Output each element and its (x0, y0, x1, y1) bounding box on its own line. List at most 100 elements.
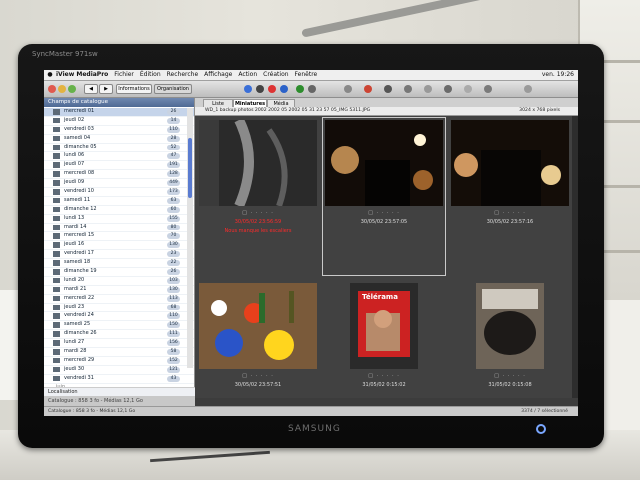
date-label: dimanche 05 (64, 143, 97, 150)
close-window-icon[interactable] (48, 85, 56, 93)
menubar-clock[interactable]: ven. 19:26 (542, 70, 574, 80)
rating-dots[interactable]: □ · · · · · (197, 373, 319, 379)
info-icon[interactable] (244, 85, 252, 93)
trash-icon[interactable] (484, 85, 492, 93)
date-row[interactable]: lundi 13 155 (44, 215, 194, 224)
location-section[interactable]: Localisation (44, 387, 198, 396)
menu-creation[interactable]: Création (263, 70, 288, 80)
date-row[interactable]: jeudi 30 121 (44, 366, 194, 375)
photo-thumbnail[interactable] (476, 283, 544, 373)
date-row[interactable]: mardi 14 80 (44, 224, 194, 233)
catalogue-fields-header[interactable]: Champs de catalogue (44, 98, 194, 107)
menu-edition[interactable]: Édition (140, 70, 161, 80)
date-row[interactable]: mercredi 29 152 (44, 357, 194, 366)
rating-dots[interactable]: □ · · · · · (323, 373, 445, 379)
tab-miniatures[interactable]: Miniatures (233, 99, 267, 107)
size-slider-icon[interactable] (524, 85, 532, 93)
date-row[interactable]: mercredi 01 26 (44, 108, 194, 117)
thumbnail-cell[interactable]: □ · · · · · 30/05/02 23:56:59 Nous manque … (197, 117, 319, 275)
date-row[interactable]: vendredi 03 110 (44, 126, 194, 135)
record-icon[interactable] (268, 85, 276, 93)
date-row[interactable]: mardi 28 58 (44, 348, 194, 357)
folder-thumb-icon (53, 349, 60, 355)
rating-dots[interactable]: □ · · · · · (323, 210, 445, 216)
thumbnail-cell[interactable]: □ · · · · · 31/05/02 0:15:08 (449, 281, 571, 416)
date-row[interactable]: vendredi 17 23 (44, 250, 194, 260)
edit-icon[interactable] (256, 85, 264, 93)
thumbnail-cell[interactable]: □ · · · · · 31/05/02 0:15:02 Télérama (323, 281, 445, 416)
menu-affichage[interactable]: Affichage (204, 70, 232, 80)
date-label: dimanche 12 (64, 205, 97, 212)
viewer-scrollbar[interactable] (572, 116, 578, 398)
photo-thumbnail[interactable] (325, 120, 443, 210)
date-label: jeudi 07 (64, 161, 85, 168)
photo-thumbnail[interactable] (199, 117, 317, 210)
folder-thumb-icon (53, 286, 60, 293)
tab-media[interactable]: Média (267, 99, 295, 107)
date-row[interactable]: lundi 20 103 (44, 277, 194, 286)
date-row[interactable]: lundi 06 47 (44, 152, 194, 162)
tab-organisation[interactable]: Organisation (154, 84, 192, 94)
date-row[interactable]: jeudi 02 14 (44, 117, 194, 126)
search-icon[interactable] (384, 85, 392, 93)
menu-action[interactable]: Action (238, 70, 257, 80)
photo-thumbnail[interactable] (199, 283, 317, 373)
date-row[interactable]: dimanche 12 60 (44, 206, 194, 215)
date-row[interactable]: samedi 11 63 (44, 197, 194, 206)
thumbnail-cell[interactable]: □ · · · · · 30/05/02 23:57:51 (197, 281, 319, 416)
back-button[interactable]: ◀ (84, 84, 98, 94)
play-icon[interactable] (296, 85, 304, 93)
menu-fichier[interactable]: Fichier (114, 70, 134, 80)
tab-informations[interactable]: Informations (116, 84, 152, 94)
date-row[interactable]: vendredi 24 110 (44, 312, 194, 322)
date-row[interactable]: dimanche 19 26 (44, 268, 194, 277)
menu-fenetre[interactable]: Fenêtre (295, 70, 318, 80)
date-row[interactable]: vendredi 31 43 (44, 375, 194, 384)
date-row[interactable]: jeudi 23 68 (44, 304, 194, 313)
status-left: Catalogue : 858 3 fo - Médias 12,1 Go (48, 409, 136, 414)
photo-thumbnail[interactable] (451, 120, 569, 210)
tab-liste[interactable]: Liste (203, 99, 233, 107)
date-row[interactable]: dimanche 26 111 (44, 330, 194, 340)
email-icon[interactable] (280, 85, 288, 93)
date-row[interactable]: mercredi 15 70 (44, 232, 194, 242)
date-row[interactable]: jeudi 07 191 (44, 161, 194, 171)
viewer-panel: Liste Miniatures Média WD_1 backup photo… (195, 98, 578, 406)
rating-dots[interactable]: □ · · · · · (197, 210, 319, 216)
share-icon[interactable] (444, 85, 452, 93)
date-row[interactable]: dimanche 05 52 (44, 144, 194, 153)
date-row[interactable]: jeudi 09 449 (44, 179, 194, 189)
app-menu[interactable]: iView MediaPro (56, 70, 108, 80)
menu-recherche[interactable]: Recherche (167, 70, 199, 80)
date-label: dimanche 26 (64, 330, 97, 337)
thumbnail-cell[interactable]: □ · · · · · 30/05/02 23:57:16 (449, 118, 571, 275)
label-icon[interactable] (364, 85, 372, 93)
date-row[interactable]: samedi 04 28 (44, 135, 194, 144)
date-row[interactable]: jeudi 16 130 (44, 241, 194, 251)
date-row[interactable]: lundi 27 156 (44, 339, 194, 349)
settings-icon[interactable] (464, 85, 472, 93)
power-button-icon[interactable] (536, 424, 546, 434)
print-icon[interactable] (424, 85, 432, 93)
date-row[interactable]: mercredi 22 113 (44, 295, 194, 304)
apple-menu-icon[interactable]: ● (44, 70, 56, 80)
export-icon[interactable] (404, 85, 412, 93)
date-row[interactable]: vendredi 10 173 (44, 188, 194, 197)
date-row[interactable]: samedi 25 150 (44, 321, 194, 331)
date-label: samedi 04 (64, 134, 91, 141)
date-row[interactable]: mardi 21 130 (44, 286, 194, 295)
date-row[interactable]: samedi 18 22 (44, 259, 194, 269)
rotate-icon[interactable] (308, 85, 316, 93)
date-label: mercredi 22 (64, 294, 95, 301)
thumbnail-cell[interactable]: □ · · · · · 30/05/02 23:57:05 (322, 117, 446, 276)
minimize-window-icon[interactable] (58, 85, 66, 93)
grid-icon[interactable] (344, 85, 352, 93)
date-row[interactable]: mercredi 08 128 (44, 170, 194, 180)
forward-button[interactable]: ▶ (99, 84, 113, 94)
rating-dots[interactable]: □ · · · · · (449, 373, 571, 379)
count-badge: 80 (167, 224, 180, 231)
rating-dots[interactable]: □ · · · · · (449, 210, 571, 216)
zoom-window-icon[interactable] (68, 85, 76, 93)
left-scrollbar[interactable] (187, 108, 193, 368)
count-badge: 60 (167, 206, 180, 213)
